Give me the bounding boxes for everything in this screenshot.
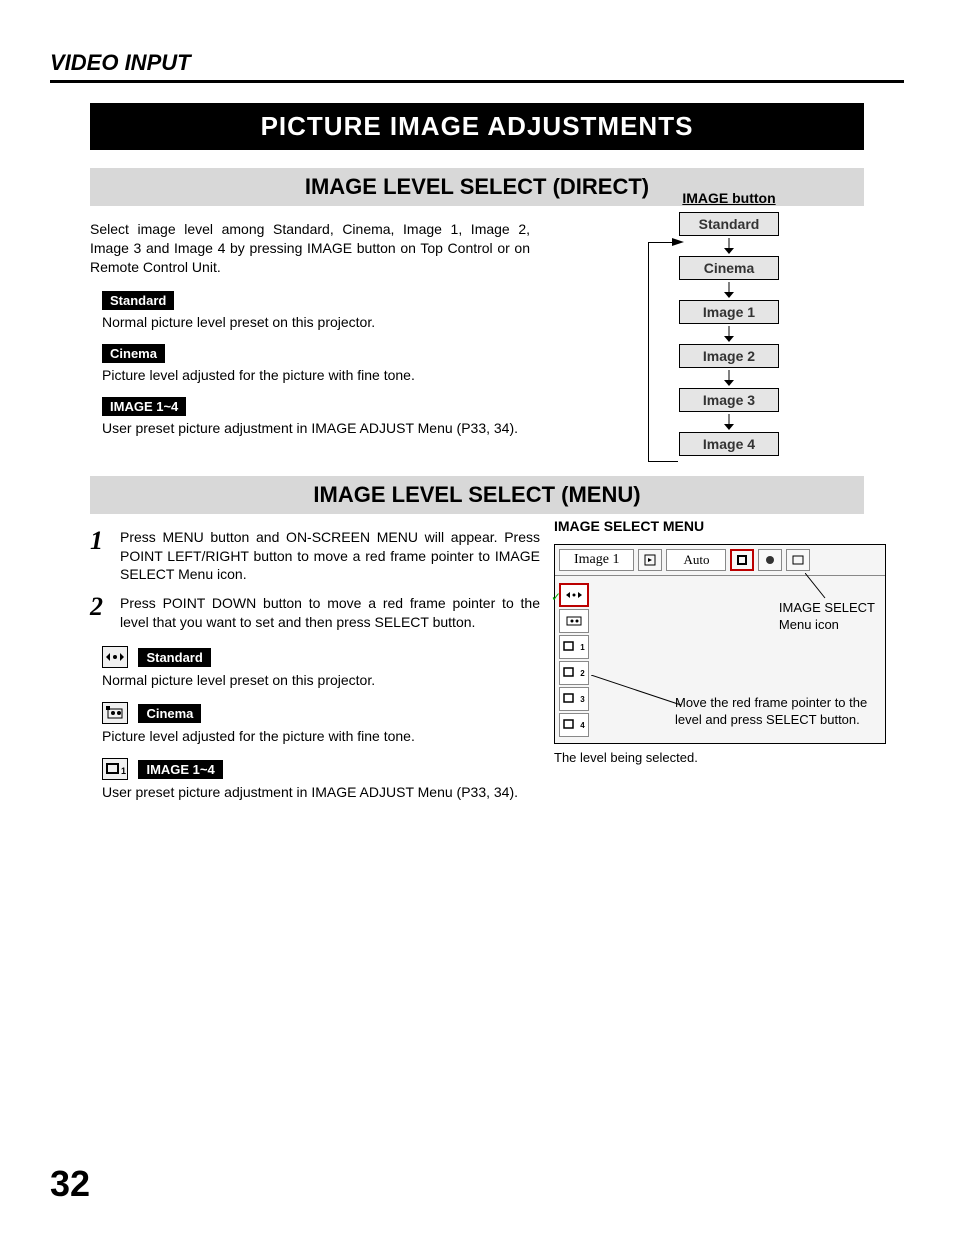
sidebar-image4-icon: 4 xyxy=(559,713,589,737)
image-select-menu-diagram: IMAGE SELECT MENU Image 1 Auto ✓ 1 2 3 4… xyxy=(554,518,894,765)
menu-sidebar: ✓ 1 2 3 4 xyxy=(559,583,589,739)
menu-top-label: Image 1 xyxy=(559,549,634,571)
sidebar-standard-icon: ✓ xyxy=(559,583,589,607)
step-1: 1 Press MENU button and ON-SCREEN MENU w… xyxy=(90,528,540,585)
step-text: Press POINT DOWN button to move a red fr… xyxy=(120,594,540,632)
sidebar-image3-icon: 3 xyxy=(559,687,589,711)
callout-move-pointer: Move the red frame pointer to the level … xyxy=(675,695,875,729)
sidebar-image1-icon: 1 xyxy=(559,635,589,659)
label-image14: IMAGE 1~4 xyxy=(102,397,186,416)
standard-icon xyxy=(102,646,128,668)
callout-image-select-icon: IMAGE SELECT Menu icon xyxy=(779,600,875,634)
step-text: Press MENU button and ON-SCREEN MENU wil… xyxy=(120,528,540,585)
image14-icon: 1 xyxy=(102,758,128,780)
menu-top-icon xyxy=(758,549,782,571)
image-button-diagram: IMAGE button Standard Cinema Image 1 Ima… xyxy=(634,190,824,456)
intro-paragraph: Select image level among Standard, Cinem… xyxy=(90,220,530,277)
menu-top-icon xyxy=(638,549,662,571)
menu-caption: The level being selected. xyxy=(554,750,894,765)
diagram-title: IMAGE button xyxy=(634,190,824,206)
step-2: 2 Press POINT DOWN button to move a red … xyxy=(90,594,540,632)
desc-standard: Normal picture level preset on this proj… xyxy=(102,314,532,330)
subsection-menu: IMAGE LEVEL SELECT (MENU) xyxy=(90,476,864,514)
sidebar-image2-icon: 2 xyxy=(559,661,589,685)
desc-image14: User preset picture adjustment in IMAGE … xyxy=(102,420,532,436)
menu-top-icon xyxy=(786,549,810,571)
label-standard: Standard xyxy=(102,291,174,310)
diagram-box: Image 1 xyxy=(679,300,779,324)
diagram-box: Image 2 xyxy=(679,344,779,368)
loop-arrow-icon xyxy=(672,238,684,246)
desc-image14-menu: User preset picture adjustment in IMAGE … xyxy=(102,784,532,800)
menu-top-selected-icon xyxy=(730,549,754,571)
desc-cinema-menu: Picture level adjusted for the picture w… xyxy=(102,728,532,744)
diagram-box: Cinema xyxy=(679,256,779,280)
desc-cinema: Picture level adjusted for the picture w… xyxy=(102,367,532,383)
label-image14-menu: IMAGE 1~4 xyxy=(138,760,222,779)
menu-topbar: Image 1 Auto xyxy=(555,545,885,576)
desc-standard-menu: Normal picture level preset on this proj… xyxy=(102,672,532,688)
callout-line-1 xyxy=(805,573,835,603)
cinema-icon xyxy=(102,702,128,724)
menu-panel: Image 1 Auto ✓ 1 2 3 4 IMAGE SELECT Menu… xyxy=(554,544,886,744)
page-title-banner: PICTURE IMAGE ADJUSTMENTS xyxy=(90,103,864,150)
sidebar-cinema-icon xyxy=(559,609,589,633)
label-cinema-menu: Cinema xyxy=(138,704,201,723)
diagram-box: Standard xyxy=(679,212,779,236)
step-number: 2 xyxy=(90,594,120,632)
section-header: VIDEO INPUT xyxy=(50,50,904,83)
label-cinema: Cinema xyxy=(102,344,165,363)
menu-diagram-title: IMAGE SELECT MENU xyxy=(554,518,894,534)
page-number: 32 xyxy=(50,1163,90,1205)
diagram-box: Image 3 xyxy=(679,388,779,412)
step-number: 1 xyxy=(90,528,120,585)
menu-top-auto: Auto xyxy=(666,549,726,571)
svg-text:1: 1 xyxy=(121,766,126,776)
loop-line xyxy=(648,242,678,462)
label-standard-menu: Standard xyxy=(138,648,210,667)
diagram-box: Image 4 xyxy=(679,432,779,456)
